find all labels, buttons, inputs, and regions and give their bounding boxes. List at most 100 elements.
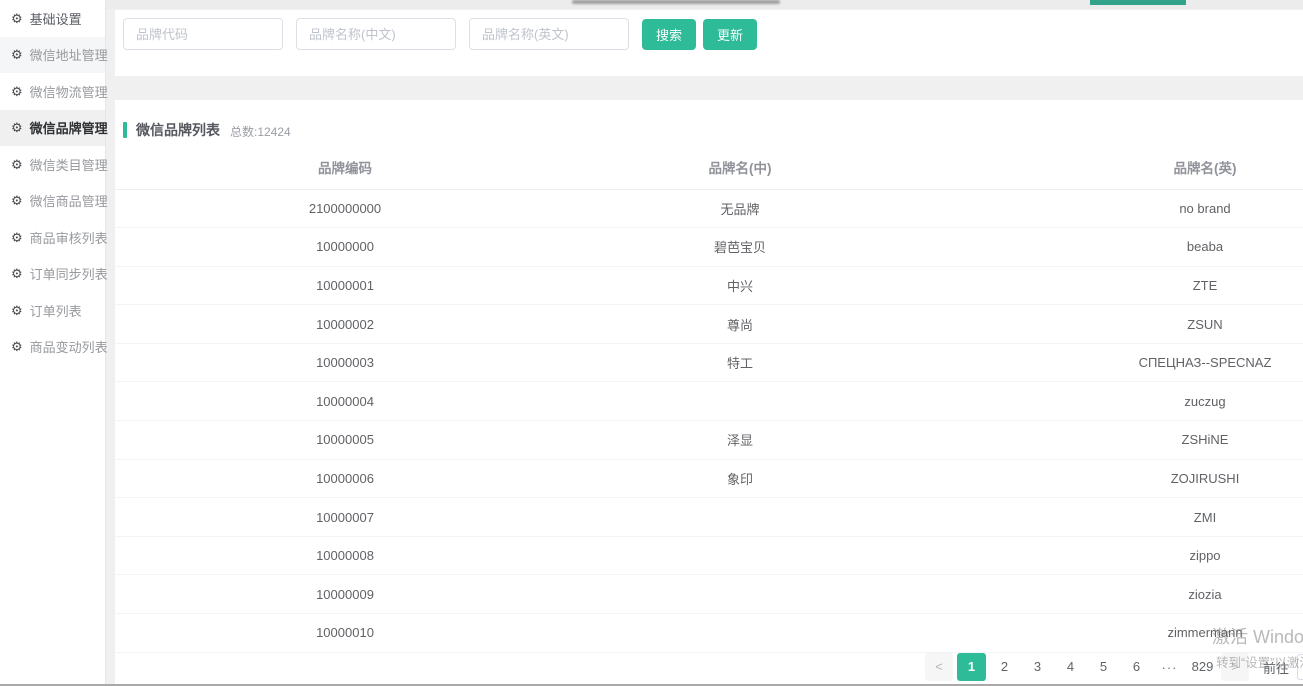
brand-name-cn-cell: 碧芭宝贝 — [575, 227, 905, 267]
panel-title-row: 微信品牌列表 总数:12424 — [115, 100, 1303, 145]
brand-name-en-cell: ZSUN — [905, 304, 1303, 344]
sidebar-item[interactable]: ⚙ 基础设置 — [0, 0, 105, 37]
table-row: 10000006 象印 ZOJIRUSHI — [115, 459, 1303, 499]
sidebar-item[interactable]: ⚙ 微信类目管理 — [0, 146, 108, 183]
gear-icon: ⚙ — [11, 302, 23, 318]
search-input[interactable] — [123, 18, 283, 50]
last-page-button[interactable]: 829 — [1188, 653, 1217, 681]
table-row: 10000001 中兴 ZTE — [115, 266, 1303, 306]
update-button[interactable]: 更新 — [703, 19, 758, 50]
column-header-name-en: 品牌名(英) — [905, 145, 1303, 190]
column-header-code: 品牌编码 — [115, 145, 575, 190]
brand-name-en-cell: ziozia — [905, 574, 1303, 615]
brand-code-cell: 10000009 — [115, 574, 575, 615]
brand-name-cn-cell — [575, 536, 905, 576]
brand-name-en-cell: ZTE — [905, 266, 1303, 306]
brand-list-panel: 微信品牌列表 总数:12424 品牌编码 品牌名(中) 品牌名(英) 21000… — [115, 100, 1303, 684]
jump-to-label: 前往 — [1262, 660, 1289, 676]
sidebar-item-label: 微信品牌管理 — [29, 121, 108, 137]
prev-page-button[interactable]: < — [924, 653, 953, 681]
brand-code-cell: 10000002 — [115, 304, 575, 344]
page-number-button[interactable]: 4 — [1056, 653, 1085, 681]
gear-icon: ⚙ — [11, 120, 23, 136]
sidebar-item[interactable]: ⚙ 微信地址管理 — [0, 36, 108, 73]
jump-page-input[interactable] — [1297, 654, 1303, 680]
page-title: 微信品牌列表 — [136, 122, 220, 138]
table-row: 10000005 泽显 ZSHiNE — [115, 420, 1303, 460]
sidebar-item[interactable]: ⚙ 微信商品管理 — [0, 183, 108, 220]
brand-code-cell: 10000000 — [115, 227, 575, 267]
sidebar-item[interactable]: ⚙ 订单列表 — [0, 292, 105, 329]
sidebar-item-label: 微信物流管理 — [29, 84, 108, 100]
brand-name-en-cell: zuczug — [905, 381, 1303, 422]
brand-name-cn-cell — [575, 574, 905, 615]
page-number-button[interactable]: 2 — [990, 653, 1019, 681]
search-panel: 搜索 更新 — [115, 10, 1303, 76]
title-accent-bar — [123, 122, 127, 138]
brand-code-cell: 10000010 — [115, 613, 575, 653]
sidebar-item[interactable]: ⚙ 商品变动列表 — [0, 329, 108, 366]
sidebar-item[interactable]: ⚙ 微信品牌管理 — [0, 109, 108, 146]
table-row: 10000008 zippo — [115, 536, 1303, 576]
table-row: 10000002 尊尚 ZSUN — [115, 304, 1303, 344]
sidebar-item-label: 微信商品管理 — [29, 194, 108, 210]
brand-name-cn-cell: 尊尚 — [575, 304, 905, 344]
page-number-button[interactable]: 6 — [1122, 653, 1151, 681]
total-count-label: 总数:12424 — [230, 124, 291, 139]
page-number-button[interactable]: 5 — [1089, 653, 1118, 681]
gear-icon: ⚙ — [11, 47, 23, 63]
page-number-button[interactable]: 3 — [1023, 653, 1052, 681]
search-input[interactable] — [469, 18, 629, 50]
pagination-ellipsis[interactable]: ··· — [1155, 660, 1184, 675]
sidebar-item[interactable]: ⚙ 微信物流管理 — [0, 73, 108, 110]
brand-code-cell: 10000006 — [115, 459, 575, 499]
sidebar-item-label: 订单同步列表 — [29, 267, 108, 283]
brand-name-en-cell: ZSHiNE — [905, 420, 1303, 460]
brand-name-cn-cell: 特工 — [575, 343, 905, 383]
gear-icon: ⚙ — [11, 156, 23, 172]
brand-code-cell: 10000007 — [115, 497, 575, 537]
gear-icon: ⚙ — [11, 266, 23, 282]
brand-name-en-cell: beaba — [905, 227, 1303, 267]
app-window: ⚙ 基础设置 ⚙ 微信地址管理 ⚙ 微信物流管理 ⚙ 微信品牌管理 ⚙ 微信类目… — [0, 0, 1303, 686]
brand-name-en-cell: no brand — [905, 189, 1303, 229]
topbar-text-fragment — [572, 0, 780, 4]
gear-icon: ⚙ — [11, 83, 23, 99]
table-row: 2100000000 无品牌 no brand — [115, 189, 1303, 229]
column-header-name-cn: 品牌名(中) — [575, 145, 905, 190]
search-input[interactable] — [296, 18, 456, 50]
table-row: 10000000 碧芭宝贝 beaba — [115, 227, 1303, 267]
sidebar-item-label: 微信类目管理 — [29, 157, 108, 173]
table-row: 10000010 zimmermann — [115, 613, 1303, 653]
brand-code-cell: 10000001 — [115, 266, 575, 306]
brand-name-en-cell: zimmermann — [905, 613, 1303, 653]
sidebar-item[interactable]: ⚙ 商品审核列表 — [0, 219, 108, 256]
brand-name-en-cell: ZMI — [905, 497, 1303, 537]
sidebar-item[interactable]: ⚙ 订单同步列表 — [0, 256, 108, 293]
sidebar-item-label: 微信地址管理 — [29, 48, 108, 64]
gear-icon: ⚙ — [11, 193, 23, 209]
topbar-teal-fragment — [1090, 0, 1186, 5]
next-page-button[interactable]: > — [1220, 653, 1249, 681]
table-row: 10000007 ZMI — [115, 497, 1303, 537]
search-button[interactable]: 搜索 — [642, 19, 697, 50]
brand-name-cn-cell — [575, 613, 905, 653]
brand-code-cell: 10000005 — [115, 420, 575, 460]
sidebar-item-label: 商品变动列表 — [29, 340, 108, 356]
brand-code-cell: 10000008 — [115, 536, 575, 576]
brand-name-cn-cell: 泽显 — [575, 420, 905, 460]
gear-icon: ⚙ — [11, 10, 23, 26]
gear-icon: ⚙ — [11, 339, 23, 355]
sidebar-item-label: 商品审核列表 — [29, 230, 108, 246]
brand-name-en-cell: zippo — [905, 536, 1303, 576]
brand-name-cn-cell — [575, 381, 905, 422]
topbar-remnant — [106, 0, 1303, 9]
brand-name-en-cell: ZOJIRUSHI — [905, 459, 1303, 499]
gear-icon: ⚙ — [11, 229, 23, 245]
page-number-button[interactable]: 1 — [956, 653, 986, 681]
brand-name-en-cell: СПЕЦНАЗ--SPECNAZ — [905, 343, 1303, 383]
brand-code-cell: 2100000000 — [115, 189, 575, 229]
brand-name-cn-cell: 无品牌 — [575, 189, 905, 229]
sidebar: ⚙ 基础设置 ⚙ 微信地址管理 ⚙ 微信物流管理 ⚙ 微信品牌管理 ⚙ 微信类目… — [0, 0, 108, 684]
brand-code-cell: 10000004 — [115, 381, 575, 422]
